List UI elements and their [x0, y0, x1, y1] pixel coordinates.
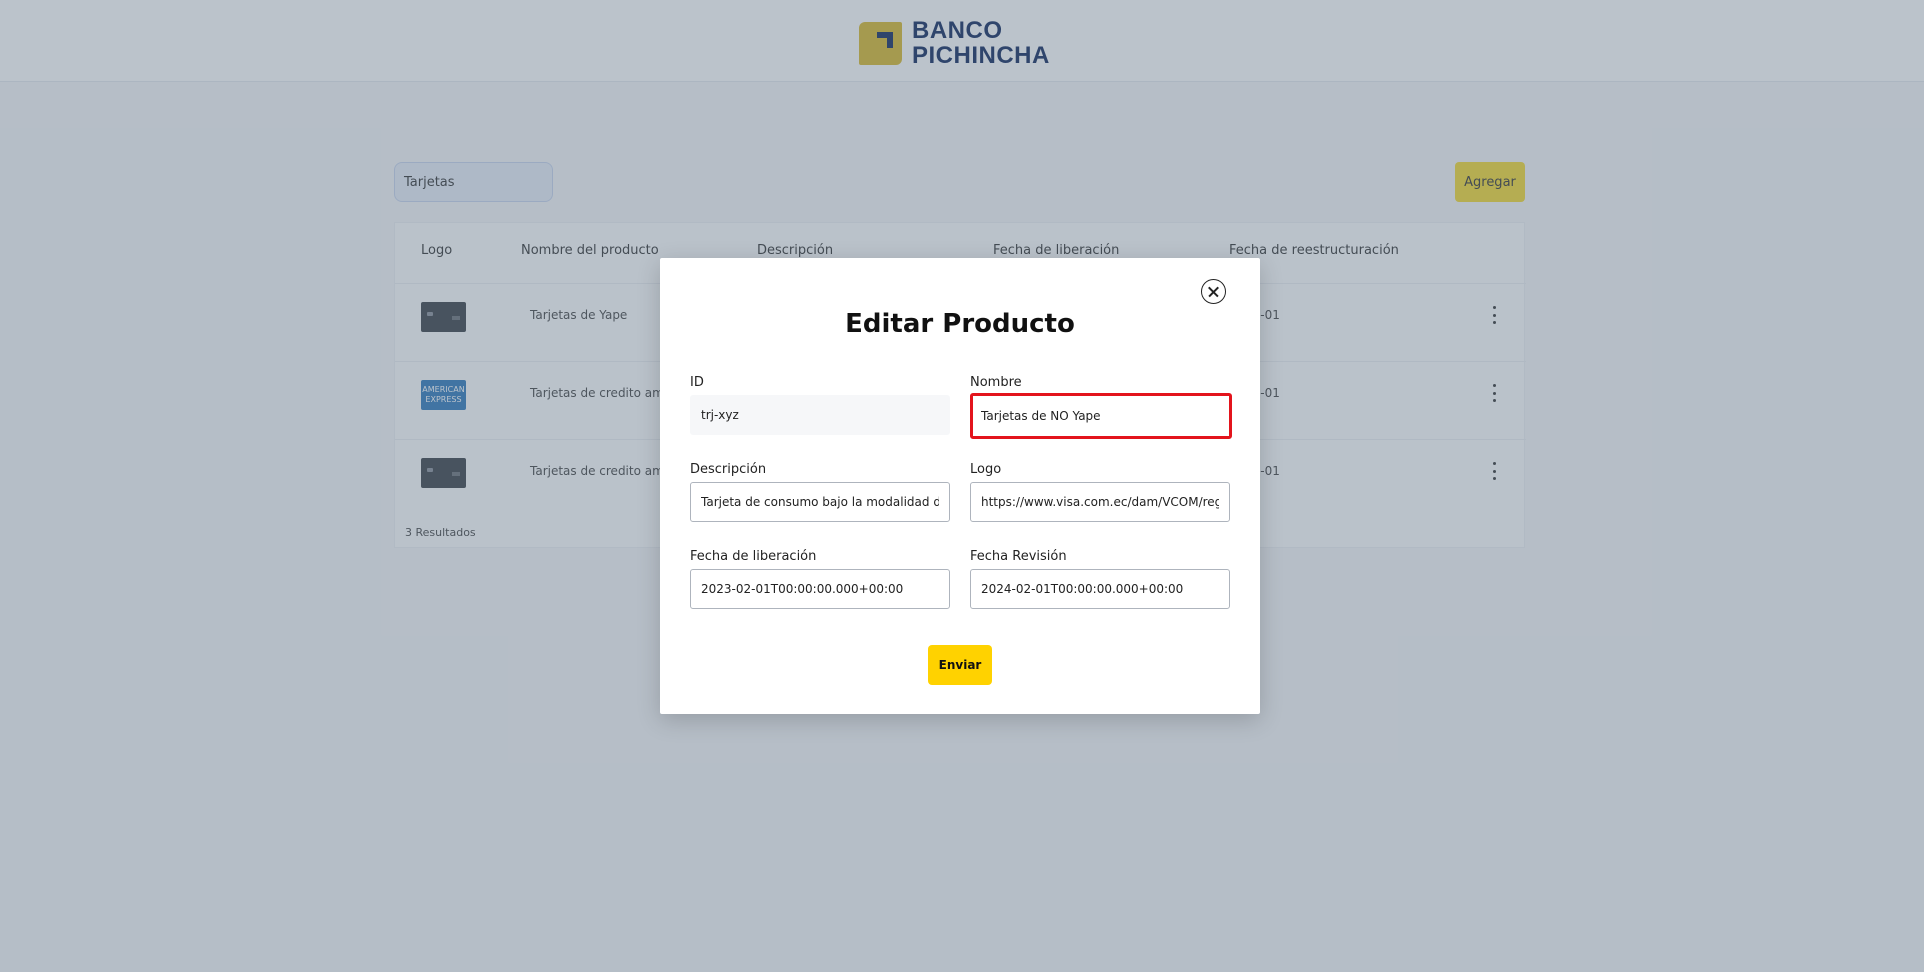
modal-title: Editar Producto: [845, 309, 1075, 339]
submit-button[interactable]: Enviar: [928, 645, 992, 685]
nombre-label: Nombre: [970, 375, 1022, 390]
fecha-liberacion-field[interactable]: [690, 569, 950, 609]
close-icon[interactable]: [1201, 279, 1226, 304]
fecha-liberacion-label: Fecha de liberación: [690, 549, 817, 564]
descripcion-field[interactable]: [690, 482, 950, 522]
fecha-revision-label: Fecha Revisión: [970, 549, 1067, 564]
edit-product-modal: Editar Producto ID Nombre Descripción Lo…: [660, 258, 1260, 714]
fecha-revision-field[interactable]: [970, 569, 1230, 609]
id-field[interactable]: [690, 395, 950, 435]
logo-label: Logo: [970, 462, 1002, 477]
id-label: ID: [690, 375, 704, 390]
nombre-field[interactable]: [970, 393, 1232, 439]
logo-url-field[interactable]: [970, 482, 1230, 522]
descripcion-label: Descripción: [690, 462, 767, 477]
